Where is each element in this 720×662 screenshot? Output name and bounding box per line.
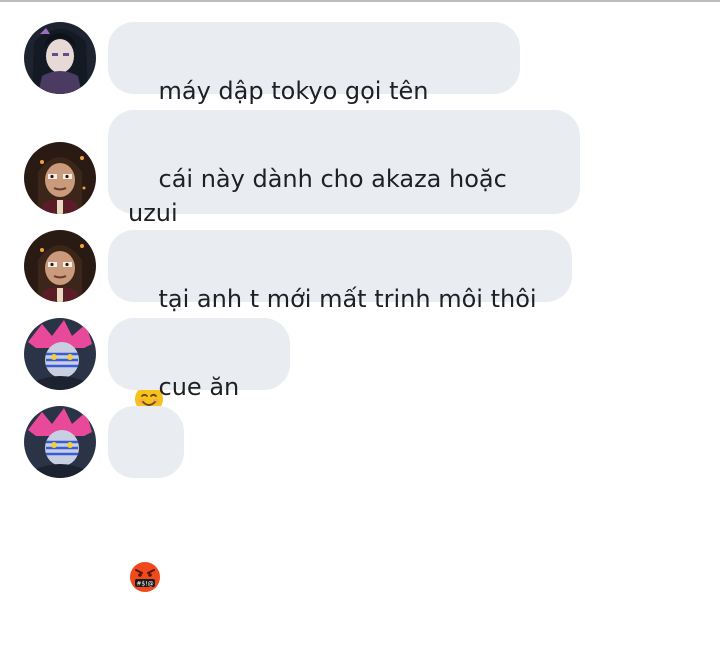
avatar[interactable]: [24, 142, 96, 214]
message-bubble[interactable]: tại anh t mới mất trinh môi thôi: [108, 230, 572, 413]
message-bubble[interactable]: cái này dành cho akaza hoặc uzui thì đún…: [108, 110, 580, 261]
message-row: tại anh t mới mất trinh môi thôi: [0, 230, 720, 413]
message-bubble[interactable]: #$!@: [108, 406, 184, 592]
avatar[interactable]: [24, 22, 96, 94]
message-row: cue ăn cặc: [0, 318, 720, 435]
message-bubble[interactable]: cue ăn cặc: [108, 318, 290, 435]
face-with-symbols-on-mouth-emoji: #$!@: [128, 492, 162, 592]
avatar[interactable]: [24, 318, 96, 390]
message-bubble[interactable]: máy dập tokyo gọi tên sanemi: [108, 22, 520, 139]
message-row: #$!@: [0, 406, 720, 592]
svg-text:#$!@: #$!@: [136, 581, 153, 588]
message-row: máy dập tokyo gọi tên sanemi: [0, 22, 720, 139]
avatar[interactable]: [24, 230, 96, 302]
top-divider: [0, 0, 720, 2]
message-row: cái này dành cho akaza hoặc uzui thì đún…: [0, 110, 720, 261]
avatar[interactable]: [24, 406, 96, 478]
message-text: tại anh t mới mất trinh môi thôi: [158, 285, 537, 313]
